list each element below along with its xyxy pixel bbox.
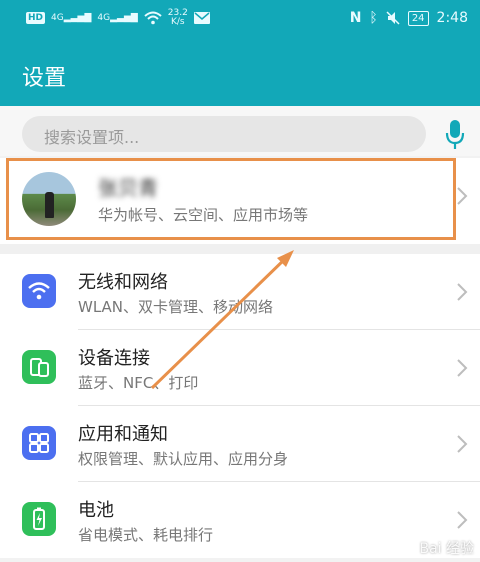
device-connect-icon: [22, 350, 56, 384]
settings-item-device-connect[interactable]: 设备连接 蓝牙、NFC、打印: [0, 330, 480, 406]
signal-icon-1: 4G▂▃▅▇: [51, 13, 92, 23]
chevron-right-icon: [457, 359, 468, 377]
settings-item-wireless[interactable]: 无线和网络 WLAN、双卡管理、移动网络: [0, 254, 480, 330]
network-speed: 23.2 K/s: [168, 9, 188, 27]
hd-badge: HD: [26, 12, 46, 24]
settings-item-battery[interactable]: 电池 省电模式、耗电排行: [0, 482, 480, 558]
apps-icon: [22, 426, 56, 460]
chevron-right-icon: [457, 187, 468, 205]
item-subtitle: 省电模式、耗电排行: [78, 526, 214, 544]
speed-unit: K/s: [171, 17, 185, 27]
item-label: 电池: [78, 500, 114, 521]
highlight-box: [6, 158, 456, 240]
net-type-1: 4G: [51, 13, 64, 23]
chevron-right-icon: [457, 511, 468, 529]
item-subtitle: 权限管理、默认应用、应用分身: [78, 450, 289, 468]
settings-item-apps[interactable]: 应用和通知 权限管理、默认应用、应用分身: [0, 406, 480, 482]
item-label: 应用和通知: [78, 424, 168, 445]
clock: 2:48: [436, 10, 468, 26]
wifi-status-icon: [144, 11, 162, 25]
search-placeholder: 搜索设置项...: [44, 128, 140, 147]
net-type-2: 4G: [97, 13, 111, 23]
status-bar: HD 4G▂▃▅▇ 4G▂▃▅▇ 23.2 K/s N ᛒ 24 2:48: [0, 0, 480, 40]
signal-icon-2: 4G▂▃▅▇: [97, 13, 138, 23]
item-label: 设备连接: [78, 348, 150, 369]
item-label: 无线和网络: [78, 272, 168, 293]
page-title: 设置: [22, 66, 67, 91]
mute-icon: [386, 11, 400, 25]
battery-status: 24: [407, 10, 429, 26]
chevron-right-icon: [457, 435, 468, 453]
watermark: Bai 经验: [419, 541, 474, 557]
item-subtitle: 蓝牙、NFC、打印: [78, 374, 199, 392]
mic-icon[interactable]: [444, 116, 466, 152]
mail-icon: [193, 12, 210, 24]
bluetooth-icon: ᛒ: [369, 10, 378, 26]
wifi-icon: [22, 274, 56, 308]
search-area: 搜索设置项...: [0, 106, 480, 156]
app-header: HD 4G▂▃▅▇ 4G▂▃▅▇ 23.2 K/s N ᛒ 24 2:48 设置: [0, 0, 480, 106]
section-gap: [0, 244, 480, 254]
nfc-icon: N: [349, 10, 362, 26]
chevron-right-icon: [457, 283, 468, 301]
item-subtitle: WLAN、双卡管理、移动网络: [78, 298, 274, 316]
battery-icon: [22, 502, 56, 536]
search-input[interactable]: 搜索设置项...: [22, 116, 426, 152]
